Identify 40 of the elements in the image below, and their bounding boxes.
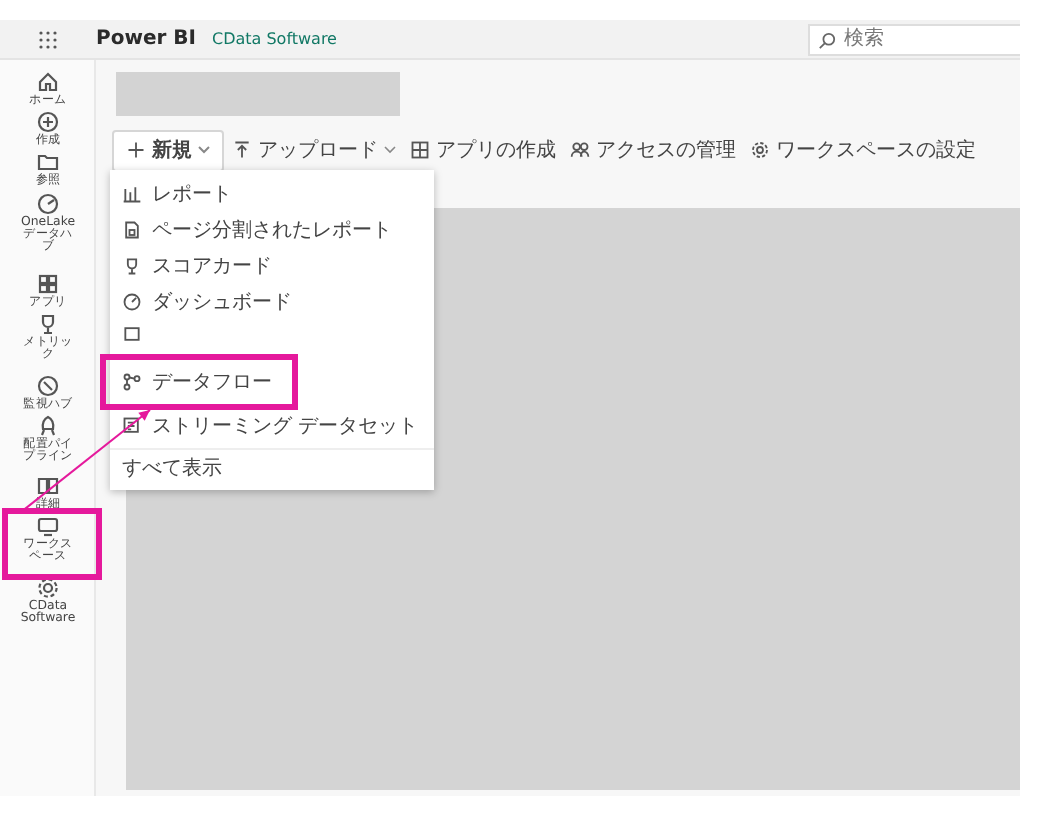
folder-icon[interactable]	[35, 150, 59, 175]
menu-item[interactable]: ダッシュボード	[110, 284, 308, 320]
gear-icon	[750, 140, 770, 160]
menu-item[interactable]: ストリーミング データセット	[110, 408, 435, 444]
trophy-icon	[122, 256, 142, 276]
app-icon	[410, 140, 430, 160]
toolbar-button[interactable]: ワークスペースの設定	[744, 131, 982, 169]
gauge-icon	[122, 292, 142, 312]
toolbar-button[interactable]: アプリの作成	[404, 131, 562, 169]
toolbar-button[interactable]: アクセスの管理	[564, 131, 742, 169]
chevron-down-icon	[198, 146, 210, 154]
book-icon[interactable]	[35, 474, 59, 499]
home-icon[interactable]	[35, 70, 59, 94]
people-icon	[570, 140, 590, 160]
upload-icon	[232, 140, 252, 160]
plus-icon[interactable]	[35, 110, 59, 135]
show-all-item[interactable]: すべて表示	[110, 448, 435, 484]
app-title[interactable]: Power BI	[96, 24, 196, 54]
menu-item[interactable]: ページ分割されたレポート	[110, 212, 408, 248]
chevron-down-icon	[384, 146, 396, 154]
chart-icon	[122, 184, 142, 204]
flow-icon	[122, 372, 142, 392]
toolbar-button[interactable]: アップロード	[226, 131, 402, 169]
menu-item[interactable]: データフロー	[110, 364, 288, 400]
plus-icon	[126, 140, 146, 160]
rocket-icon[interactable]	[35, 413, 59, 438]
workspace-name[interactable]: CData Software	[211, 27, 337, 51]
document-icon	[122, 220, 142, 240]
monitor-icon[interactable]	[35, 514, 59, 539]
stream-icon	[122, 416, 142, 436]
gauge-icon[interactable]	[35, 373, 59, 398]
menu-item[interactable]: スコアカード	[110, 248, 288, 284]
database-icon[interactable]	[122, 324, 142, 344]
menu-item[interactable]: レポート	[110, 176, 248, 212]
toolbar-button[interactable]: 新規	[112, 129, 224, 171]
gear-icon[interactable]	[35, 575, 59, 600]
apps-icon[interactable]	[35, 272, 59, 297]
search-icon	[818, 31, 836, 49]
app-launcher-icon[interactable]	[38, 29, 58, 49]
search-field[interactable]: 検索	[808, 23, 1020, 55]
